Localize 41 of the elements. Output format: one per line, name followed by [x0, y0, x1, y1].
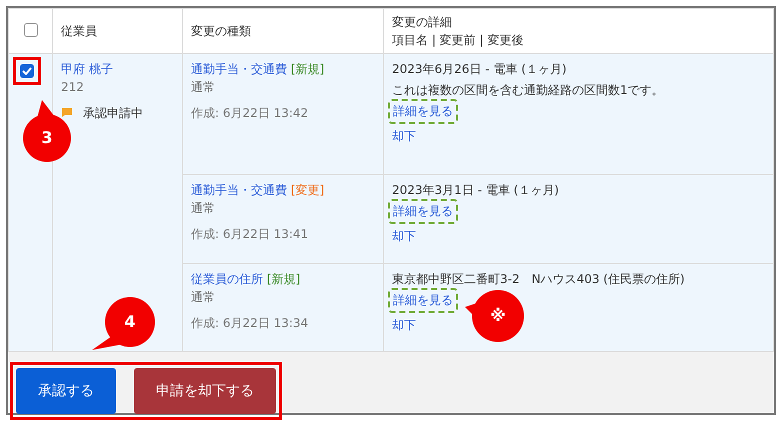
detail-note: これは複数の区間を含む通勤経路の区間数1です。 [392, 82, 665, 99]
column-subheader: 項目名 | 変更前 | 変更後 [392, 32, 524, 49]
change-type-link[interactable]: 通勤手当・交通費 [191, 183, 287, 197]
reject-link[interactable]: 却下 [392, 228, 416, 245]
change-type-link[interactable]: 従業員の住所 [191, 272, 263, 286]
category-text: 通常 [191, 289, 216, 306]
callout-bubble [90, 296, 156, 352]
detail-text: 東京都中野区二番町3-2 Nハウス403 (住民票の住所) [392, 271, 686, 288]
reject-link[interactable]: 却下 [392, 128, 416, 145]
callout-label: 3 [40, 128, 54, 148]
reject-button[interactable]: 申請を却下する [134, 368, 276, 414]
callout-bubble [22, 100, 72, 164]
change-type-link[interactable]: 通勤手当・交通費 [191, 62, 287, 76]
approve-button[interactable]: 承認する [16, 368, 116, 414]
detail-text: 2023年3月1日 - 電車 (１ヶ月) [392, 182, 560, 199]
status-text: 承認申請中 [83, 106, 143, 120]
callout-label: 4 [123, 312, 137, 332]
category-text: 通常 [191, 200, 216, 217]
change-tag: [新規] [266, 272, 300, 286]
created-time: 作成: 6月22日 13:34 [191, 315, 310, 332]
check-icon [22, 67, 32, 75]
detail-text: 2023年6月26日 - 電車 (１ヶ月) [392, 61, 568, 78]
callout-bubble [463, 289, 525, 343]
change-tag: [新規] [290, 62, 324, 76]
column-header: 変更の種類 [182, 8, 384, 54]
row-checkbox[interactable] [20, 64, 34, 78]
view-details-link[interactable]: 詳細を見る [388, 288, 458, 313]
view-details-link[interactable]: 詳細を見る [388, 199, 458, 224]
callout-label: ※ [489, 306, 507, 326]
speech-bubble-icon [61, 107, 73, 118]
view-details-link[interactable]: 詳細を見る [388, 99, 458, 124]
employee-number: 212 [61, 79, 85, 96]
category-text: 通常 [191, 79, 216, 96]
employee-name[interactable]: 甲府 桃子 [61, 60, 174, 78]
change-tag: [変更] [290, 183, 324, 197]
reject-link[interactable]: 却下 [392, 317, 416, 334]
column-header: 変更の詳細 [392, 14, 453, 31]
select-all-checkbox[interactable] [24, 22, 38, 36]
column-header: 従業員 [52, 8, 182, 54]
created-time: 作成: 6月22日 13:41 [191, 226, 310, 243]
created-time: 作成: 6月22日 13:42 [191, 105, 310, 122]
